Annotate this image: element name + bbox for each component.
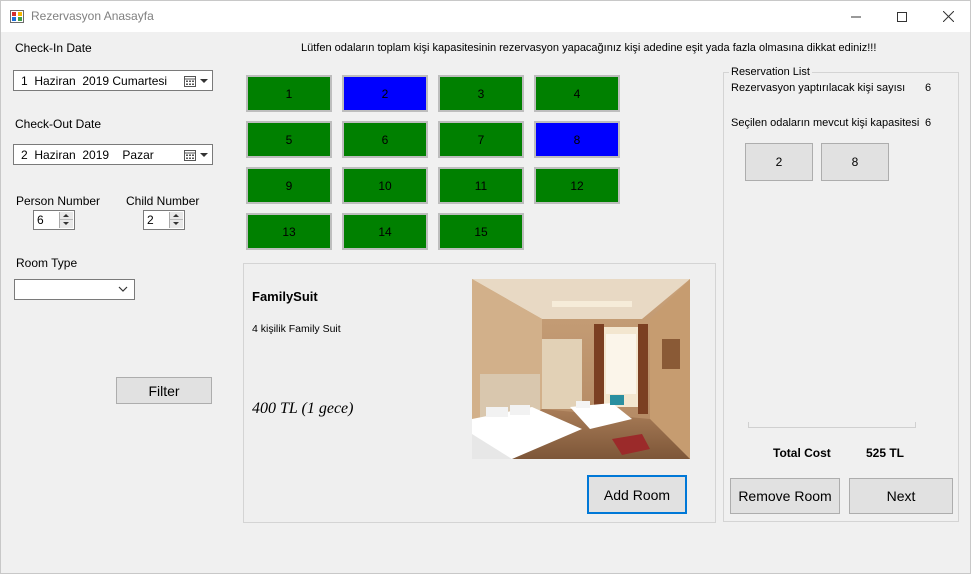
spin-up-icon[interactable] <box>60 212 73 220</box>
person-count-value: 6 <box>925 82 932 94</box>
chevron-down-icon <box>200 79 208 83</box>
room-number: 14 <box>378 224 392 239</box>
minimize-icon <box>851 16 861 17</box>
room-button[interactable]: 6 <box>342 121 428 158</box>
room-number: 8 <box>573 132 581 147</box>
child-number-value: 2 <box>147 213 154 227</box>
room-button[interactable]: 11 <box>438 167 524 204</box>
room-button[interactable]: 3 <box>438 75 524 112</box>
calendar-icon <box>184 76 196 87</box>
room-number: 15 <box>474 224 488 239</box>
spin-up-icon[interactable] <box>170 212 183 220</box>
capacity-label: Seçilen odaların mevcut kişi kapasitesi <box>731 117 920 129</box>
room-number: 10 <box>378 178 392 193</box>
chevron-down-icon <box>200 153 208 157</box>
checkout-date-value: 2 Haziran 2019 Pazar <box>21 148 154 162</box>
calendar-icon <box>184 150 196 161</box>
room-number: 13 <box>282 224 296 239</box>
checkout-date-picker[interactable]: 2 Haziran 2019 Pazar <box>13 144 213 165</box>
reservation-list-group <box>723 72 959 522</box>
maximize-button[interactable] <box>879 1 925 32</box>
room-number: 2 <box>381 86 389 101</box>
next-button[interactable]: Next <box>849 478 953 514</box>
room-button[interactable]: 9 <box>246 167 332 204</box>
capacity-notice: Lütfen odaların toplam kişi kapasitesini… <box>301 42 877 54</box>
person-number-stepper[interactable]: 6 <box>33 210 75 230</box>
app-icon <box>10 10 24 23</box>
room-description: 4 kişilik Family Suit <box>252 323 341 335</box>
room-button[interactable]: 15 <box>438 213 524 250</box>
reservation-list-title: Reservation List <box>729 66 812 78</box>
checkout-label: Check-Out Date <box>15 117 102 131</box>
room-number: 9 <box>285 178 293 193</box>
spinner[interactable] <box>169 212 183 228</box>
room-button[interactable]: 2 <box>342 75 428 112</box>
capacity-value: 6 <box>925 117 932 129</box>
checkin-date-picker[interactable]: 1 Haziran 2019 Cumartesi <box>13 70 213 91</box>
selected-room-button[interactable]: 8 <box>821 143 889 181</box>
child-number-stepper[interactable]: 2 <box>143 210 185 230</box>
person-number-label: Person Number <box>16 194 101 208</box>
room-button[interactable]: 10 <box>342 167 428 204</box>
room-button[interactable]: 13 <box>246 213 332 250</box>
selected-room-button[interactable]: 2 <box>745 143 813 181</box>
room-photo <box>472 279 690 459</box>
remove-room-button[interactable]: Remove Room <box>730 478 840 514</box>
maximize-icon <box>897 11 907 22</box>
spin-down-icon[interactable] <box>170 220 183 228</box>
total-cost-label: Total Cost <box>773 446 831 460</box>
room-button[interactable]: 4 <box>534 75 620 112</box>
checkin-date-value: 1 Haziran 2019 Cumartesi <box>21 74 168 88</box>
spin-down-icon[interactable] <box>60 220 73 228</box>
checkin-label: Check-In Date <box>15 41 92 55</box>
child-number-label: Child Number <box>126 194 200 208</box>
main-window: Rezervasyon Anasayfa Check-In Date 1 Haz… <box>0 0 971 574</box>
room-button[interactable]: 12 <box>534 167 620 204</box>
close-icon <box>942 11 954 22</box>
room-price: 400 TL (1 gece) <box>252 400 354 417</box>
room-name: FamilySuit <box>252 289 318 304</box>
room-type-label: Room Type <box>16 256 78 270</box>
room-type-select[interactable] <box>14 279 135 300</box>
room-number: 3 <box>477 86 485 101</box>
room-button[interactable]: 14 <box>342 213 428 250</box>
room-button[interactable]: 5 <box>246 121 332 158</box>
person-count-label: Rezervasyon yaptırılacak kişi sayısı <box>731 82 906 94</box>
room-number: 4 <box>573 86 581 101</box>
room-button[interactable]: 7 <box>438 121 524 158</box>
room-number: 7 <box>477 132 485 147</box>
spinner[interactable] <box>59 212 73 228</box>
title-bar[interactable]: Rezervasyon Anasayfa <box>1 1 970 32</box>
room-number: 1 <box>285 86 293 101</box>
room-button[interactable]: 1 <box>246 75 332 112</box>
close-button[interactable] <box>925 1 971 32</box>
minimize-button[interactable] <box>833 1 879 32</box>
divider <box>748 422 916 428</box>
window-title: Rezervasyon Anasayfa <box>31 9 154 23</box>
total-cost-value: 525 TL <box>866 446 905 460</box>
add-room-button[interactable]: Add Room <box>587 475 687 514</box>
filter-button[interactable]: Filter <box>116 377 212 404</box>
chevron-down-icon <box>118 286 128 292</box>
room-number: 6 <box>381 132 389 147</box>
room-number: 12 <box>570 178 584 193</box>
room-number: 11 <box>474 178 488 193</box>
room-button[interactable]: 8 <box>534 121 620 158</box>
person-number-value: 6 <box>37 213 44 227</box>
room-number: 5 <box>285 132 293 147</box>
